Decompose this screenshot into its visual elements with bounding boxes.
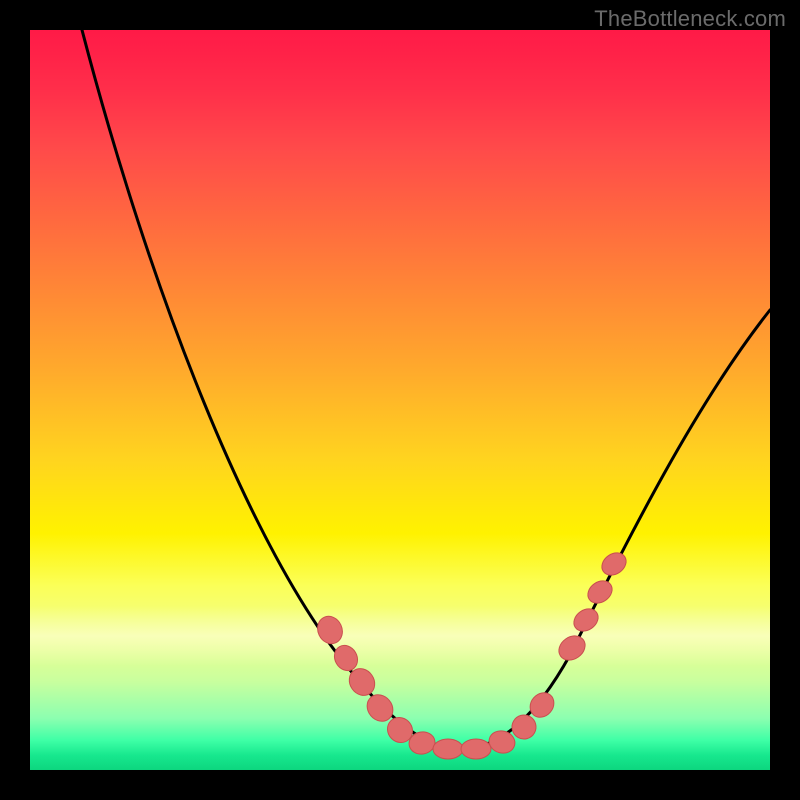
watermark-text: TheBottleneck.com [594,6,786,32]
data-marker [433,739,463,759]
data-marker [584,576,617,607]
data-marker [554,631,590,665]
chart-frame [30,30,770,770]
bottleneck-curve [30,30,770,770]
curve-right-branch [460,310,770,750]
curve-left-branch [82,30,460,750]
curve-paths [82,30,770,750]
data-marker [570,604,603,635]
curve-markers [313,548,630,759]
data-marker [598,548,631,579]
data-marker [313,612,347,648]
data-marker [461,739,491,759]
